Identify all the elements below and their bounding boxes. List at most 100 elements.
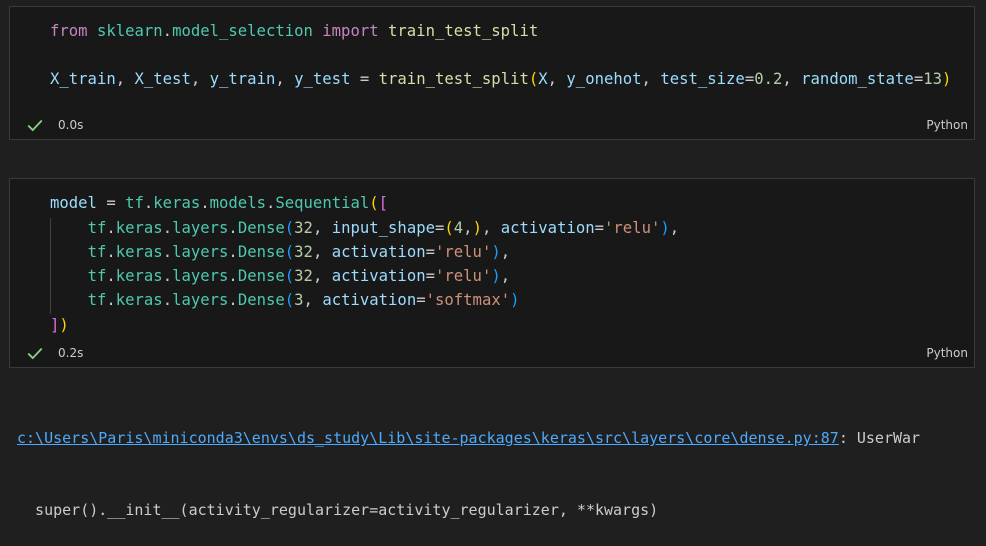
code-cell-2[interactable]: model = tf.keras.models.Sequential([ tf.… [9, 178, 975, 368]
execution-time: 0.0s [58, 118, 84, 132]
code-token: ( [369, 194, 379, 212]
code-token: tf [125, 194, 144, 212]
code-token: . [162, 291, 173, 309]
code-token: tf [87, 291, 107, 309]
code-token: ( [284, 267, 295, 285]
code-token: activation [500, 219, 595, 237]
code-token: keras [115, 267, 163, 285]
code-token: = [350, 70, 379, 88]
code-cell-1[interactable]: from sklearn.model_selection import trai… [9, 6, 975, 140]
code-token: activation [322, 291, 417, 309]
code-token: test_size [660, 70, 745, 88]
code-token: 'relu' [435, 243, 492, 261]
check-icon [27, 347, 43, 360]
code-token: random_state [801, 70, 914, 88]
code-token: Dense [237, 219, 285, 237]
code-token: . [106, 291, 116, 309]
code-token: ) [660, 219, 670, 237]
code-token: keras [115, 291, 163, 309]
code-token: ) [491, 243, 501, 261]
code-line[interactable]: model = tf.keras.models.Sequential([ [50, 191, 388, 215]
code-token: , [481, 219, 501, 237]
code-token: train_test_split [388, 22, 539, 40]
code-line[interactable]: tf.keras.layers.Dense(32, activation='re… [50, 240, 511, 264]
code-token: Dense [237, 243, 285, 261]
code-line[interactable]: X_train, X_test, y_train, y_test = train… [50, 67, 951, 91]
code-token: = [96, 194, 126, 212]
code-line[interactable]: tf.keras.layers.Dense(32, input_shape=(4… [50, 216, 680, 240]
code-token: 4 [453, 219, 464, 237]
code-token: 32 [294, 267, 313, 285]
execution-time: 0.2s [58, 346, 84, 360]
code-token: model [50, 194, 97, 212]
code-token: . [106, 243, 116, 261]
code-line[interactable]: from sklearn.model_selection import trai… [50, 19, 538, 43]
code-token: = [425, 243, 435, 261]
code-line[interactable]: ]) [50, 313, 69, 337]
code-token: tf [87, 243, 107, 261]
code-token: . [228, 267, 238, 285]
code-token: sklearn [96, 22, 163, 40]
code-token: , [641, 70, 661, 88]
warning-source-line: super().__init__(activity_regularizer=ac… [17, 501, 659, 519]
code-token: keras [115, 243, 163, 261]
code-token: 'softmax' [425, 291, 511, 309]
code-token: y_test [294, 70, 351, 88]
code-token: . [228, 243, 238, 261]
code-token: y_train [209, 70, 276, 88]
code-token: . [162, 22, 173, 40]
code-token: import [322, 22, 379, 40]
code-token: . [162, 267, 173, 285]
code-token: . [106, 219, 116, 237]
code-token: y_onehot [566, 70, 642, 88]
code-token: Sequential [275, 194, 370, 212]
code-token: 32 [294, 243, 313, 261]
code-token: model_selection [172, 22, 313, 40]
warning-file-link[interactable]: c:\Users\Paris\miniconda3\envs\ds_study\… [17, 429, 839, 447]
code-token: . [200, 194, 210, 212]
code-token: keras [153, 194, 201, 212]
code-token: , [303, 291, 323, 309]
code-token: , [463, 219, 473, 237]
code-token: = [744, 70, 755, 88]
code-token: , [312, 243, 332, 261]
code-token: , [669, 219, 680, 237]
code-token: ( [284, 291, 295, 309]
code-token: Dense [237, 291, 285, 309]
code-token: ) [59, 316, 69, 334]
code-token: models [209, 194, 266, 212]
code-token: activation [331, 267, 426, 285]
code-token: , [190, 70, 210, 88]
code-token: , [312, 219, 332, 237]
code-token: layers [172, 291, 229, 309]
code-line[interactable]: tf.keras.layers.Dense(3, activation='sof… [50, 288, 520, 312]
cell-status: 0.2s [26, 343, 83, 363]
code-token: 32 [294, 219, 313, 237]
code-token: . [228, 219, 238, 237]
code-token: X_train [50, 70, 116, 88]
code-token: Dense [237, 267, 285, 285]
code-token: activation [331, 243, 426, 261]
code-token: train_test_split [378, 70, 529, 88]
code-token: ] [50, 316, 60, 334]
code-token: . [162, 243, 173, 261]
code-token: ( [284, 219, 295, 237]
check-icon [27, 119, 43, 132]
code-token: layers [172, 219, 229, 237]
code-token: , [275, 70, 295, 88]
code-token: , [547, 70, 567, 88]
cell-language[interactable]: Python [926, 115, 968, 135]
code-line[interactable]: tf.keras.layers.Dense(32, activation='re… [50, 264, 511, 288]
code-token: ) [472, 219, 482, 237]
code-token: . [162, 219, 173, 237]
code-token: X_test [134, 70, 191, 88]
code-token: = [425, 267, 435, 285]
code-token: X [538, 70, 548, 88]
cell-status: 0.0s [26, 115, 83, 135]
cell-language[interactable]: Python [926, 343, 968, 363]
code-token: , [500, 267, 511, 285]
